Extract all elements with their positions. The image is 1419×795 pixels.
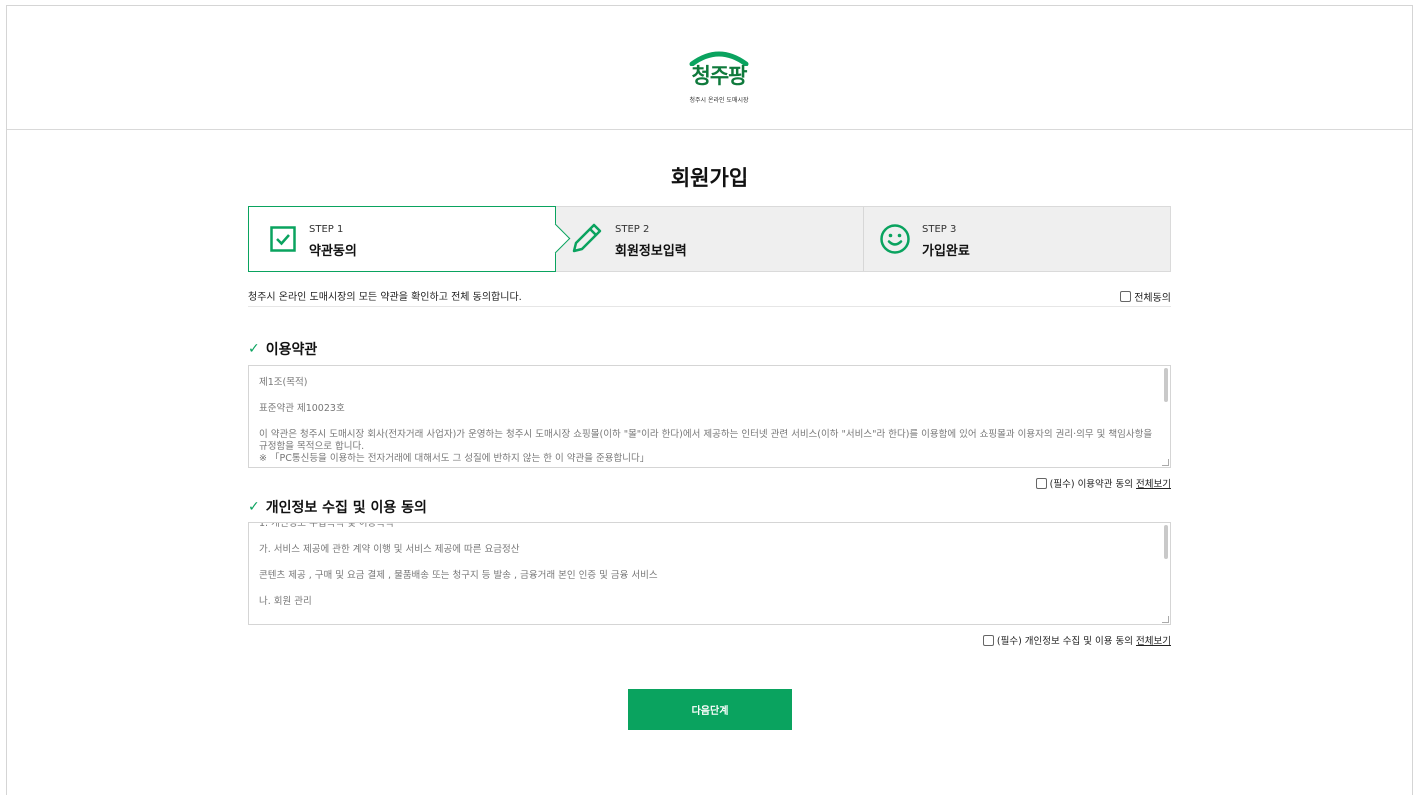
terms-title: 이용약관 xyxy=(265,342,318,358)
step-1-label: 약관동의 xyxy=(309,244,357,259)
step-3-number: STEP 3 xyxy=(922,224,957,235)
resize-handle-icon[interactable] xyxy=(1162,459,1169,466)
step-indicator: STEP 1 약관동의 STEP 2 회원정보입력 STEP 3 가입완료 xyxy=(248,206,1171,272)
checkbox[interactable] xyxy=(1120,291,1132,302)
agree-all-description: 청주시 온라인 도매시장의 모든 약관을 확인하고 전체 동의합니다. xyxy=(248,292,522,303)
check-icon: ✓ xyxy=(248,341,260,357)
checkbox-checked-icon xyxy=(270,226,296,252)
step-3-label: 가입완료 xyxy=(922,244,970,259)
step-1-number: STEP 1 xyxy=(309,224,344,235)
privacy-view-all-link[interactable]: 전체보기 xyxy=(1136,633,1171,647)
step-2-label: 회원정보입력 xyxy=(615,244,687,259)
scrollbar[interactable] xyxy=(1164,368,1168,402)
step-2: STEP 2 회원정보입력 xyxy=(556,207,864,271)
page-title: 회원가입 xyxy=(670,166,749,190)
next-step-button[interactable]: 다음단계 xyxy=(628,689,792,730)
privacy-section-title: ✓ 개인정보 수집 및 이용 동의 xyxy=(248,497,427,517)
smile-icon xyxy=(880,224,910,254)
step-1: STEP 1 약관동의 xyxy=(248,206,571,272)
agree-all-label: 전체동의 xyxy=(1134,293,1171,304)
logo-subtitle: 청주시 온라인 도매시장 xyxy=(689,97,749,104)
privacy-line: 1. 개인정보 수집목적 및 이용목적 xyxy=(259,522,394,529)
terms-section-title: ✓ 이용약관 xyxy=(248,339,317,359)
terms-line: 제1조(목적) xyxy=(259,377,308,388)
terms-line: 표준약관 제10023호 xyxy=(259,403,345,414)
agree-all-checkbox[interactable]: 전체동의 xyxy=(1120,289,1171,304)
terms-textarea[interactable]: 제1조(목적) 표준약관 제10023호 이 약관은 청주시 도매시장 회사(전… xyxy=(248,365,1171,468)
privacy-agree-label: (필수) 개인정보 수집 및 이용 동의 xyxy=(996,636,1134,647)
privacy-line: 나. 회원 관리 xyxy=(259,596,312,607)
logo-text: 청주팡 xyxy=(691,64,748,88)
privacy-textarea[interactable]: 1. 개인정보 수집목적 및 이용목적 가. 서비스 제공에 관한 계약 이행 … xyxy=(248,522,1171,625)
privacy-agree-checkbox[interactable]: (필수) 개인정보 수집 및 이용 동의 전체보기 xyxy=(982,633,1171,647)
step-2-number: STEP 2 xyxy=(615,224,650,235)
terms-line: 이 약관은 청주시 도매시장 회사(전자거래 사업자)가 운영하는 청주시 도매… xyxy=(259,429,1153,452)
check-icon: ✓ xyxy=(248,499,260,515)
divider xyxy=(248,306,1171,307)
site-logo[interactable]: 청주팡 청주시 온라인 도매시장 xyxy=(674,50,764,106)
terms-agree-checkbox[interactable]: (필수) 이용약관 동의 전체보기 xyxy=(1035,476,1171,490)
step-3: STEP 3 가입완료 xyxy=(863,207,1170,271)
terms-agree-label: (필수) 이용약관 동의 xyxy=(1049,479,1134,490)
terms-view-all-link[interactable]: 전체보기 xyxy=(1136,476,1171,490)
resize-handle-icon[interactable] xyxy=(1162,616,1169,623)
pencil-icon xyxy=(572,223,602,253)
privacy-title: 개인정보 수집 및 이용 동의 xyxy=(265,500,427,516)
privacy-line: 가. 서비스 제공에 관한 계약 이행 및 서비스 제공에 따른 요금정산 xyxy=(259,544,520,555)
site-header: 청주팡 청주시 온라인 도매시장 xyxy=(7,6,1412,130)
terms-line: ※ 「PC통신등을 이용하는 전자거래에 대해서도 그 성질에 반하지 않는 한… xyxy=(259,453,650,464)
privacy-line: 콘텐츠 제공 , 구매 및 요금 결제 , 물품배송 또는 청구지 등 발송 ,… xyxy=(259,570,658,581)
scrollbar[interactable] xyxy=(1164,525,1168,559)
checkbox[interactable] xyxy=(1035,477,1047,489)
checkbox[interactable] xyxy=(982,634,994,646)
